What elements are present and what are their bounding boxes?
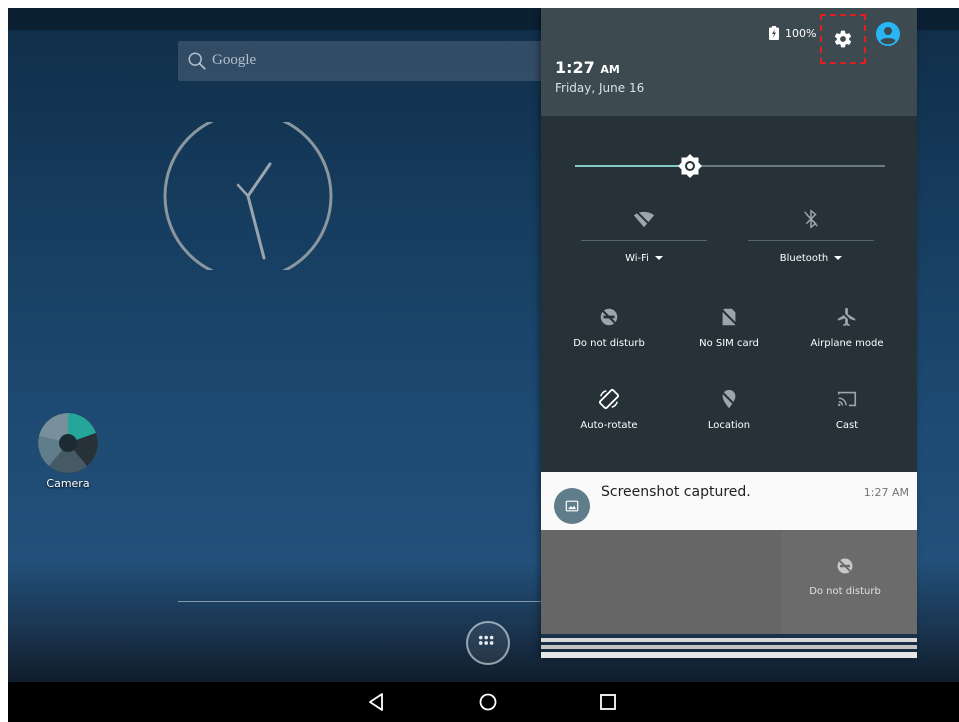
tile-bluetooth-label[interactable]: Bluetooth (748, 253, 874, 264)
tile-auto-rotate-label: Auto-rotate (580, 420, 638, 431)
brightness-track-filled (575, 165, 690, 167)
app-drawer-icon (478, 635, 494, 645)
brightness-track-empty (690, 165, 885, 167)
tile-location-label: Location (707, 420, 751, 431)
tile-dnd-label: Do not disturb (573, 338, 645, 349)
dock-divider (178, 601, 548, 602)
notification-title: Screenshot captured. (601, 484, 751, 500)
tile-no-sim[interactable]: No SIM card (673, 306, 785, 349)
bluetooth-divider (748, 240, 874, 241)
tile-airplane-mode[interactable]: Airplane mode (791, 306, 903, 349)
notification-avatar (554, 488, 590, 524)
do-not-disturb-icon (836, 557, 854, 575)
camera-label: Camera (46, 477, 90, 490)
time-value: 1:27 (555, 58, 595, 77)
tile-no-sim-label: No SIM card (699, 338, 759, 349)
notification-shade: 100% 1:27 AM Friday, June 16 Wi-Fi Bluet… (541, 8, 917, 658)
tile-wifi[interactable]: Wi-Fi (581, 208, 707, 264)
google-search-bar[interactable]: Google (178, 41, 558, 81)
navigation-bar (8, 682, 959, 722)
back-icon[interactable] (362, 690, 390, 714)
notification-stack-edge (541, 645, 917, 649)
tile-cast[interactable]: Cast (791, 388, 903, 431)
notification-stack-edge (541, 638, 917, 642)
recents-icon[interactable] (594, 690, 622, 714)
quick-settings-panel: Wi-Fi Bluetooth Do not disturb No SIM ca… (541, 116, 917, 472)
gear-icon (834, 30, 852, 48)
date-label[interactable]: Friday, June 16 (555, 81, 644, 95)
no-sim-icon (720, 308, 738, 326)
bluetooth-off-icon (804, 209, 818, 229)
wifi-off-icon (633, 210, 655, 228)
tile-auto-rotate[interactable]: Auto-rotate (553, 388, 665, 431)
bluetooth-label-text: Bluetooth (779, 253, 829, 264)
tablet-screen: Google Camera 100% 1:27 AM Friday, June … (8, 8, 959, 722)
tile-wifi-label[interactable]: Wi-Fi (581, 253, 707, 264)
brightness-slider[interactable] (575, 154, 885, 178)
image-icon (565, 500, 579, 512)
tile-location[interactable]: Location (673, 388, 785, 431)
location-off-icon (720, 389, 738, 409)
tile-cast-label: Cast (835, 420, 859, 431)
do-not-disturb-icon (600, 308, 618, 326)
all-apps-button[interactable] (466, 621, 510, 665)
battery-percentage: 100% (785, 26, 817, 40)
screenshot-notification[interactable]: Screenshot captured. 1:27 AM (541, 472, 917, 530)
wifi-dropdown-icon (654, 256, 663, 260)
analog-clock-widget[interactable] (162, 122, 334, 270)
search-bar-label: Google (212, 52, 257, 68)
wifi-label-text: Wi-Fi (625, 253, 649, 264)
battery-status: 100% (769, 26, 816, 40)
camera-icon (38, 413, 98, 473)
settings-button[interactable] (820, 14, 866, 64)
notification-stack-edge (541, 652, 917, 658)
clock-time[interactable]: 1:27 AM (555, 58, 620, 77)
ghost-tile-label: Do not disturb (809, 586, 881, 597)
ghost-tile-do-not-disturb: Do not disturb (789, 556, 901, 597)
user-account-icon[interactable] (876, 22, 900, 46)
shade-header: 100% 1:27 AM Friday, June 16 (541, 8, 917, 116)
battery-charging-icon (769, 26, 779, 40)
tile-airplane-label: Airplane mode (810, 338, 884, 349)
airplane-icon (837, 307, 856, 327)
tile-bluetooth[interactable]: Bluetooth (748, 208, 874, 264)
cast-icon (837, 391, 857, 407)
tile-do-not-disturb[interactable]: Do not disturb (553, 306, 665, 349)
search-icon (188, 52, 206, 70)
bluetooth-dropdown-icon (834, 256, 843, 260)
notification-time: 1:27 AM (863, 486, 909, 499)
auto-rotate-icon (598, 388, 620, 410)
camera-app-shortcut[interactable]: Camera (36, 412, 100, 490)
wifi-divider (581, 240, 707, 241)
dimmed-panel (541, 530, 781, 634)
dimmed-quick-settings-ghost: Do not disturb (541, 530, 917, 634)
time-ampm: AM (600, 63, 620, 76)
home-icon[interactable] (474, 690, 502, 714)
brightness-icon[interactable] (678, 154, 702, 178)
